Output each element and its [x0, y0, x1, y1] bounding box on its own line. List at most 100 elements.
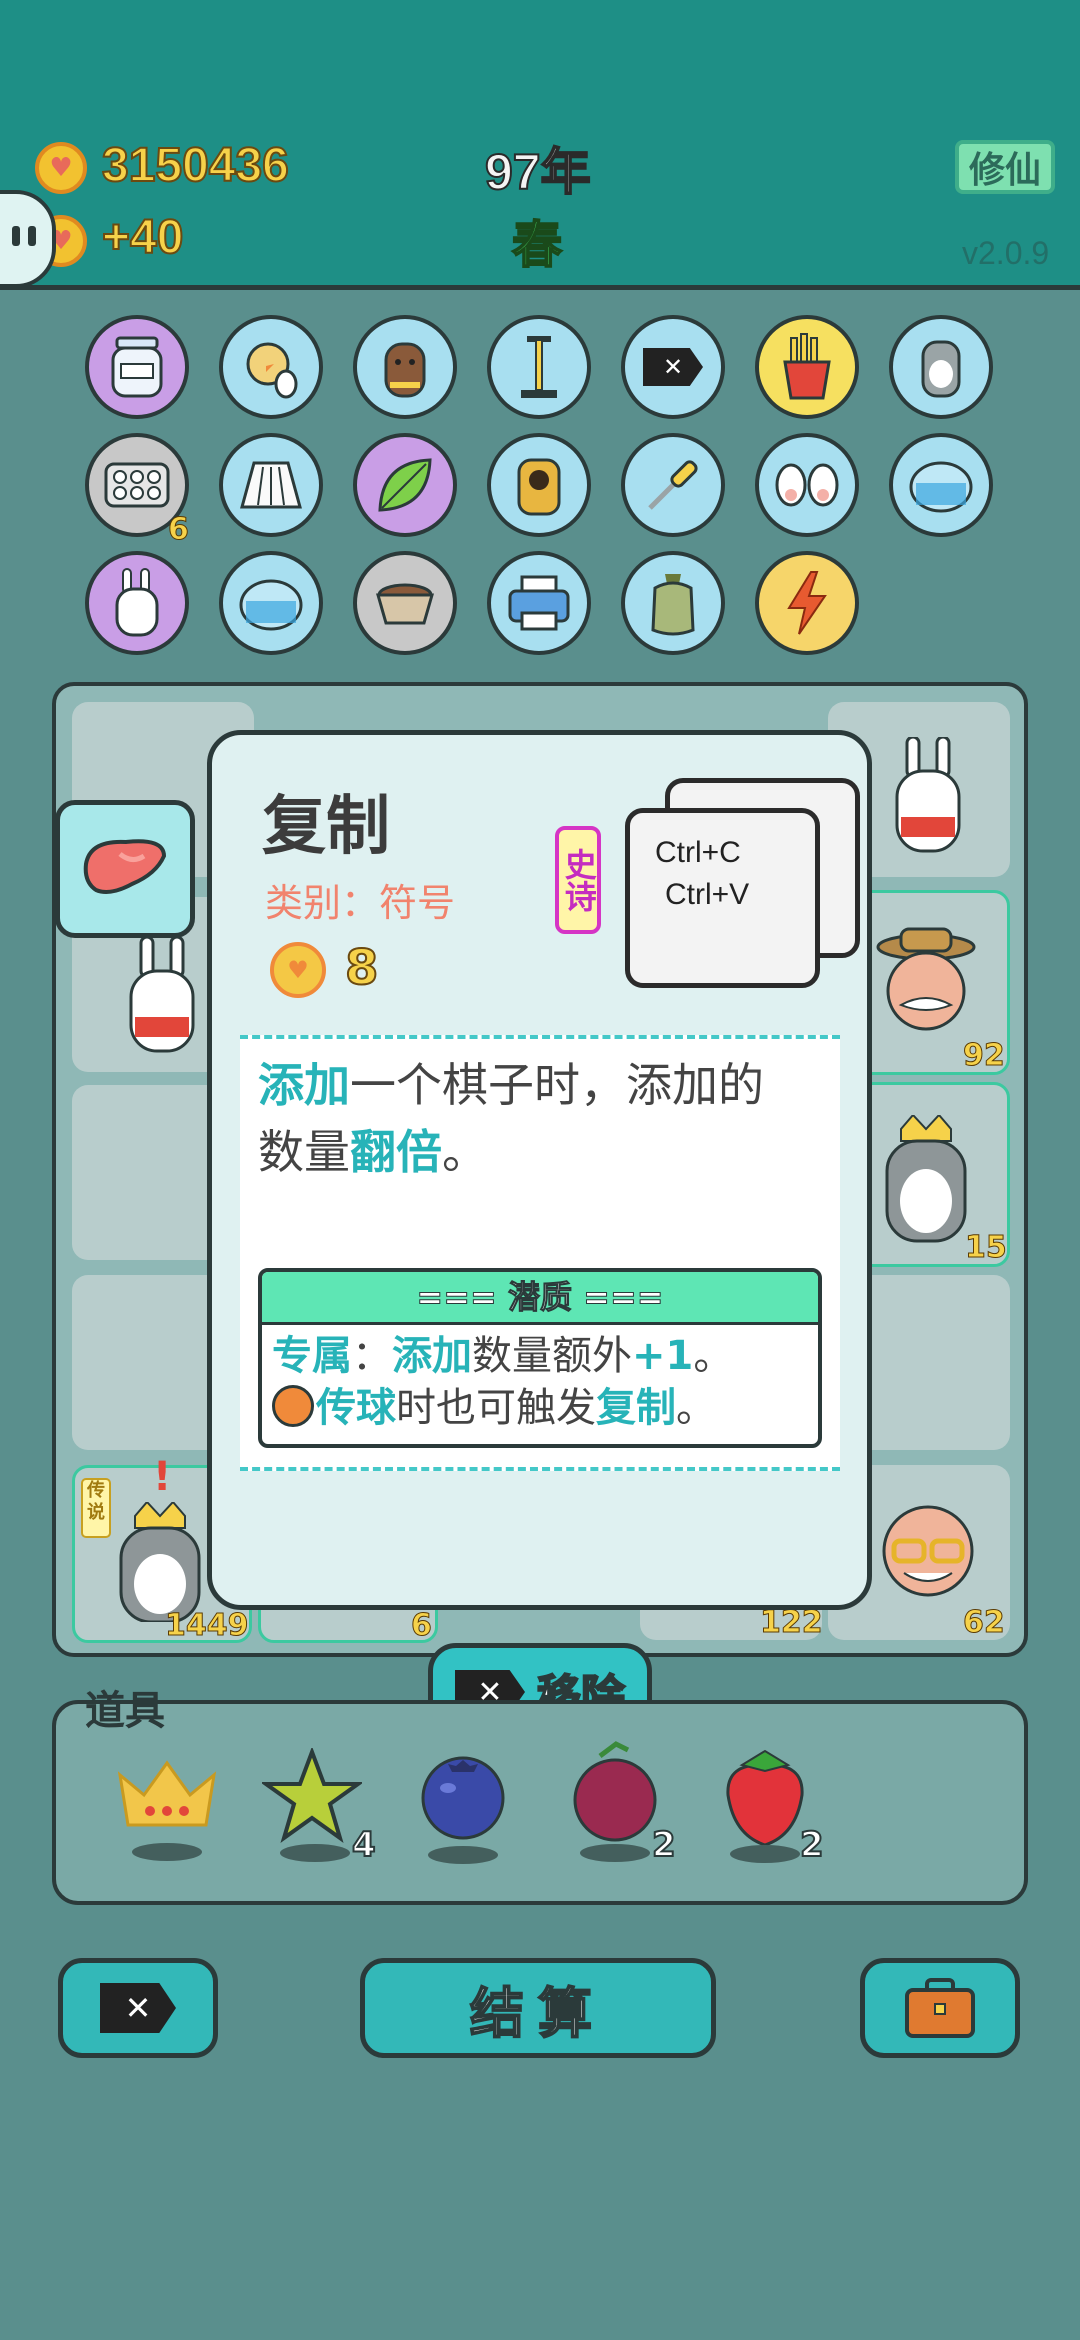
briefcase-icon — [905, 1978, 975, 2038]
settle-label: 结算 — [469, 1981, 606, 2046]
trait-keyword: +1 — [632, 1333, 694, 1379]
husky-crown-icon — [885, 1115, 967, 1243]
coin-total: 3150436 — [101, 138, 290, 193]
x-tag-icon: ✕ — [643, 348, 703, 386]
fries-icon — [783, 333, 831, 400]
coin-icon: ♥ — [35, 142, 87, 194]
chip-chick-egg[interactable] — [219, 315, 323, 419]
pump-icon — [521, 336, 557, 398]
husky-crown-icon — [119, 1502, 201, 1622]
slot-count: 62 — [963, 1605, 1006, 1641]
chip-count: 6 — [168, 512, 190, 548]
card-title: 复制 — [262, 790, 390, 864]
strawberry-icon — [726, 1749, 804, 1847]
cat-icon — [517, 458, 561, 516]
grandpa-icon — [882, 1505, 974, 1597]
trait-keyword: 添加 — [392, 1333, 472, 1379]
blueberry-icon — [421, 1756, 505, 1840]
item-count: 2 — [651, 1824, 677, 1866]
item-shadow — [730, 1845, 800, 1863]
rarity-badge: 史诗 — [555, 826, 601, 934]
trait-text: 。 — [693, 1333, 734, 1379]
chip-pet-food[interactable] — [353, 551, 457, 655]
slot-count: 6 — [411, 1608, 433, 1644]
chick-icon — [246, 342, 298, 399]
item-shadow — [280, 1844, 350, 1862]
item-shadow — [132, 1843, 202, 1861]
cows-icon — [775, 463, 839, 507]
organ-button[interactable] — [55, 800, 195, 938]
star-icon — [259, 1746, 365, 1843]
old-man-icon — [876, 927, 976, 1031]
chip-lightning[interactable] — [755, 551, 859, 655]
chip-air-pump[interactable] — [487, 315, 591, 419]
pet-bowl-icon — [376, 583, 434, 625]
chip-yogurt-jar[interactable] — [85, 315, 189, 419]
chip-leaf[interactable] — [353, 433, 457, 537]
card-illustration-text: Ctrl+C Ctrl+V — [655, 832, 749, 916]
chip-rabbit[interactable] — [85, 551, 189, 655]
trait-text: 。 — [676, 1385, 716, 1431]
chip-screwdriver[interactable] — [621, 433, 725, 537]
chip-cows[interactable] — [755, 433, 859, 537]
trash-bag-icon — [651, 574, 695, 636]
item-count: 4 — [351, 1824, 377, 1866]
basketball-icon — [272, 1385, 314, 1427]
x-tag-icon: ✕ — [100, 1983, 176, 2033]
jar-icon — [111, 336, 163, 398]
cultivate-button[interactable]: 修仙 — [955, 140, 1055, 194]
dog-icon — [384, 342, 426, 398]
chip-cat[interactable] — [487, 433, 591, 537]
item-blueberry[interactable] — [418, 1752, 528, 1872]
year-label: 97年 — [484, 143, 592, 201]
key-line-copy: Ctrl+C — [655, 836, 741, 869]
items-label: 道具 — [85, 1688, 165, 1734]
bag-button[interactable] — [860, 1958, 1020, 2058]
rabbit-icon — [115, 568, 159, 637]
chip-dog[interactable] — [353, 315, 457, 419]
season-label: 春 — [511, 216, 563, 274]
card-type: 类别：符号 — [265, 881, 456, 925]
pause-bar-icon — [12, 226, 20, 246]
item-count: 2 — [799, 1824, 825, 1866]
pause-bar-icon — [28, 226, 36, 246]
trait-keyword: 复制 — [596, 1385, 676, 1431]
remove-mode-button[interactable]: ✕ — [58, 1958, 218, 2058]
chip-remove-tag[interactable]: ✕ — [621, 315, 725, 419]
key-line-paste: Ctrl+V — [665, 878, 750, 911]
husky-icon — [921, 340, 961, 398]
trait-box: === 潜质 === 专属：添加数量额外+1。 传球时也可触发复制。 — [258, 1268, 822, 1448]
desc-keyword: 翻倍 — [350, 1124, 442, 1179]
item-shadow — [580, 1844, 650, 1862]
fishbowl-icon — [909, 461, 973, 513]
item-crown[interactable] — [112, 1755, 222, 1865]
desc-keyword: 添加 — [258, 1058, 350, 1112]
printer-icon — [508, 575, 570, 631]
egg-tray-icon — [104, 462, 170, 508]
rabbit-icon — [895, 737, 961, 853]
slot-count: 92 — [963, 1038, 1006, 1074]
slot-count: 15 — [965, 1230, 1008, 1266]
chip-fries[interactable] — [755, 315, 859, 419]
chip-husky[interactable] — [889, 315, 993, 419]
rarity-label: 史诗 — [559, 848, 598, 912]
trait-header: === 潜质 === — [262, 1272, 818, 1325]
chip-fishbowl[interactable] — [889, 433, 993, 537]
card-description: 添加一个棋子时，添加的 数量翻倍。 — [258, 1052, 828, 1185]
rabbit-icon — [129, 937, 195, 1053]
crown-icon — [117, 1760, 217, 1827]
item-shadow — [428, 1846, 498, 1864]
chip-skirt[interactable] — [219, 433, 323, 537]
chip-trash-bag[interactable] — [621, 551, 725, 655]
alert-icon: ! — [153, 1454, 172, 1500]
settle-button[interactable]: 结算 — [360, 1958, 716, 2058]
desc-text: 一个棋子时，添加的 — [350, 1058, 764, 1112]
leaf-icon — [378, 458, 432, 512]
chip-printer[interactable] — [487, 551, 591, 655]
trait-keyword: 传球 — [316, 1385, 396, 1431]
slot-count: 122 — [760, 1605, 824, 1641]
version-label: v2.0.9 — [962, 235, 1050, 271]
chip-fishbowl-2[interactable] — [219, 551, 323, 655]
skirt-icon — [240, 461, 302, 509]
liver-icon — [83, 839, 167, 894]
